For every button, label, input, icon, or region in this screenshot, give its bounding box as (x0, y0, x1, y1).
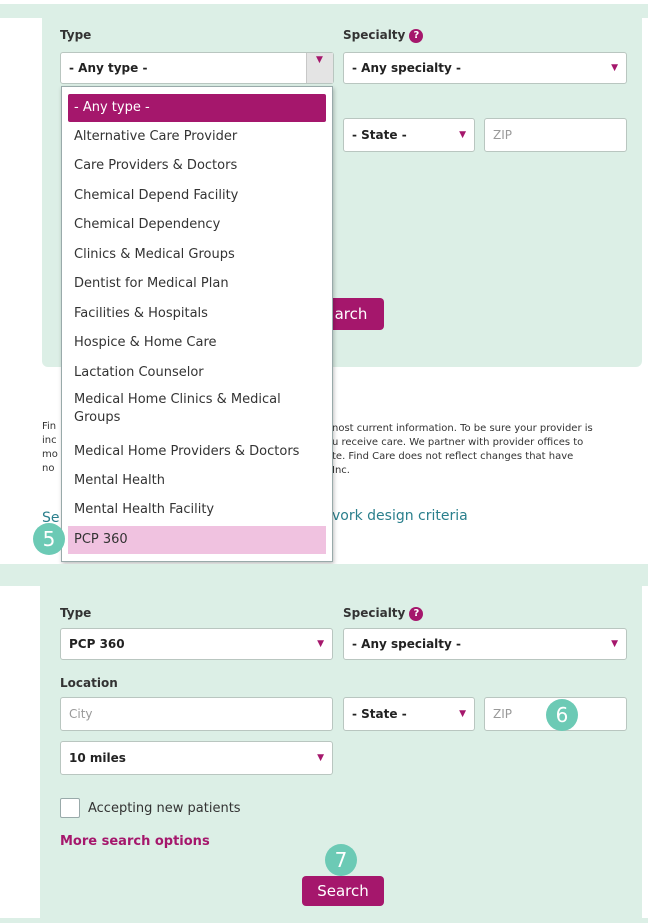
state-select-value: - State - (352, 707, 407, 721)
bottom-strip (0, 918, 648, 923)
search-button-label: arch (334, 305, 368, 323)
city-placeholder: City (69, 707, 93, 721)
city-input[interactable]: City (60, 697, 333, 731)
type-select-toggle[interactable]: ▼ (306, 53, 333, 83)
dropdown-item[interactable]: Mental Health Facility (68, 496, 326, 524)
dropdown-item[interactable]: Medical Home Clinics & Medical Groups (68, 389, 308, 431)
state-select[interactable]: - State - ▼ (343, 697, 475, 731)
caret-down-icon: ▼ (316, 55, 323, 65)
search-button[interactable]: Search (302, 876, 384, 906)
specialty-label: Specialty? (343, 606, 424, 621)
caret-down-icon: ▼ (611, 639, 618, 649)
dropdown-item[interactable]: Mental Health (68, 467, 326, 495)
location-label: Location (60, 676, 118, 690)
state-select-value: - State - (352, 128, 407, 142)
dropdown-item[interactable]: Chemical Dependency (68, 211, 326, 239)
type-select-value: PCP 360 (69, 637, 125, 651)
specialty-select[interactable]: - Any specialty - ▼ (343, 52, 627, 84)
left-text-fragments: Fin inc mo no (42, 421, 58, 474)
accepting-new-patients-label[interactable]: Accepting new patients (88, 801, 241, 816)
provider-info-text: nost current information. To be sure you… (332, 423, 593, 476)
distance-select-value: 10 miles (69, 751, 126, 765)
step-badge-5: 5 (33, 523, 65, 555)
caret-down-icon: ▼ (611, 63, 618, 73)
type-select[interactable]: - Any type - ▼ (60, 52, 334, 84)
type-dropdown-list: - Any type - Alternative Care Provider C… (61, 86, 333, 562)
more-search-options-link[interactable]: More search options (60, 834, 210, 849)
step-badge-7: 7 (325, 844, 357, 876)
question-circle-icon[interactable]: ? (409, 29, 424, 43)
dropdown-item[interactable]: Medical Home Providers & Doctors (68, 438, 326, 466)
type-select-value: - Any type - (69, 61, 148, 75)
distance-select[interactable]: 10 miles ▼ (60, 741, 333, 775)
zip-input[interactable]: ZIP (484, 118, 627, 152)
dropdown-item[interactable]: Lactation Counselor (68, 359, 326, 387)
caret-down-icon: ▼ (317, 639, 324, 649)
specialty-label: Specialty? (343, 28, 424, 43)
caret-down-icon: ▼ (459, 709, 466, 719)
top-panel-strip (0, 4, 648, 18)
type-label: Type (60, 606, 92, 620)
dropdown-item[interactable]: Care Providers & Doctors (68, 152, 326, 180)
question-circle-icon[interactable]: ? (409, 607, 424, 621)
type-label: Type (60, 28, 92, 42)
specialty-select[interactable]: - Any specialty - ▼ (343, 628, 627, 660)
dropdown-item[interactable]: Facilities & Hospitals (68, 300, 326, 328)
dropdown-item-pcp-360[interactable]: PCP 360 (68, 526, 326, 554)
zip-placeholder: ZIP (493, 128, 512, 142)
dropdown-item[interactable]: Hospice & Home Care (68, 329, 326, 357)
step-badge-6: 6 (546, 699, 578, 731)
state-select[interactable]: - State - ▼ (343, 118, 475, 152)
dropdown-item[interactable]: Clinics & Medical Groups (68, 241, 326, 269)
specialty-select-value: - Any specialty - (352, 61, 462, 75)
caret-down-icon: ▼ (317, 753, 324, 763)
dropdown-item[interactable]: Dentist for Medical Plan (68, 270, 326, 298)
dropdown-item[interactable]: Chemical Depend Facility (68, 182, 326, 210)
zip-placeholder: ZIP (493, 707, 512, 721)
specialty-select-value: - Any specialty - (352, 637, 462, 651)
dropdown-item-any-type[interactable]: - Any type - (68, 94, 326, 122)
separator-band (0, 564, 648, 586)
network-design-link[interactable]: vork design criteria (332, 508, 468, 524)
accepting-new-patients-checkbox[interactable] (60, 798, 80, 818)
dropdown-item[interactable]: Alternative Care Provider (68, 123, 326, 151)
caret-down-icon: ▼ (459, 130, 466, 140)
type-select[interactable]: PCP 360 ▼ (60, 628, 333, 660)
